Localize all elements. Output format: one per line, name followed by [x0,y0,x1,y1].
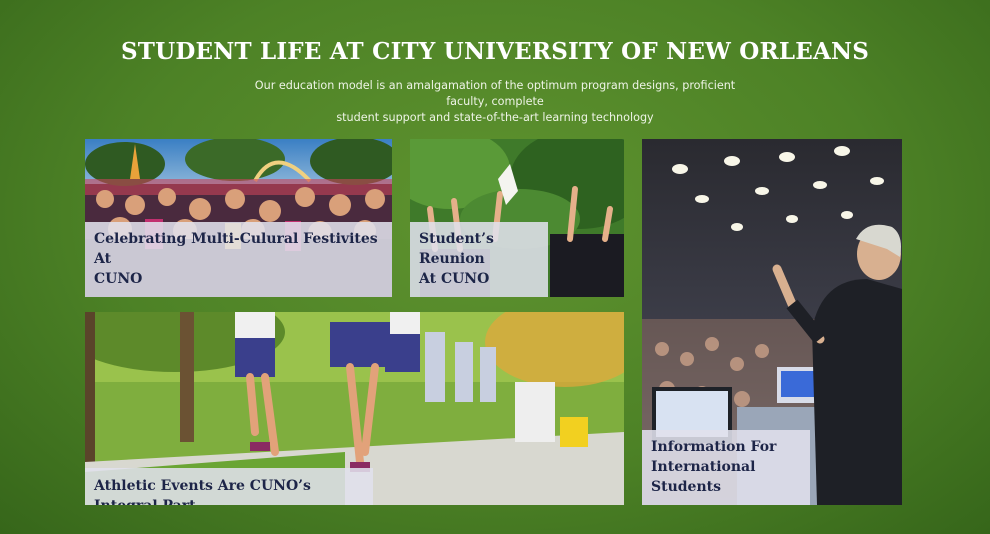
festival-card[interactable]: Celebrating Multi-Culural Festivites At … [85,139,392,297]
athletic-caption: Athletic Events Are CUNO’s Integral Part [85,468,373,505]
subtitle-line-1: Our education model is an amalgamation o… [254,79,736,108]
section-title: STUDENT LIFE AT CITY UNIVERSITY OF NEW O… [120,38,870,65]
subtitle-line-2: student support and state-of-the-art lea… [336,111,654,124]
section-subtitle: Our education model is an amalgamation o… [240,78,750,126]
athletic-card[interactable]: Athletic Events Are CUNO’s Integral Part [85,312,624,505]
festival-caption: Celebrating Multi-Culural Festivites At … [85,222,392,297]
international-card[interactable]: Information For International Students [642,139,902,505]
festival-caption-line-2: CUNO [94,271,143,287]
reunion-caption-line-1: Student’s Reunion [419,231,494,267]
international-caption: Information For International Students [642,430,810,505]
international-caption-line-2: International Students [651,459,756,495]
international-caption-line-1: Information For [651,439,777,455]
festival-caption-line-1: Celebrating Multi-Culural Festivites At [94,231,378,267]
reunion-caption: Student’s Reunion At CUNO [410,222,548,297]
reunion-caption-line-2: At CUNO [419,271,490,287]
athletic-caption-line-1: Athletic Events Are CUNO’s Integral Part [94,478,311,505]
reunion-card[interactable]: Student’s Reunion At CUNO [410,139,624,297]
